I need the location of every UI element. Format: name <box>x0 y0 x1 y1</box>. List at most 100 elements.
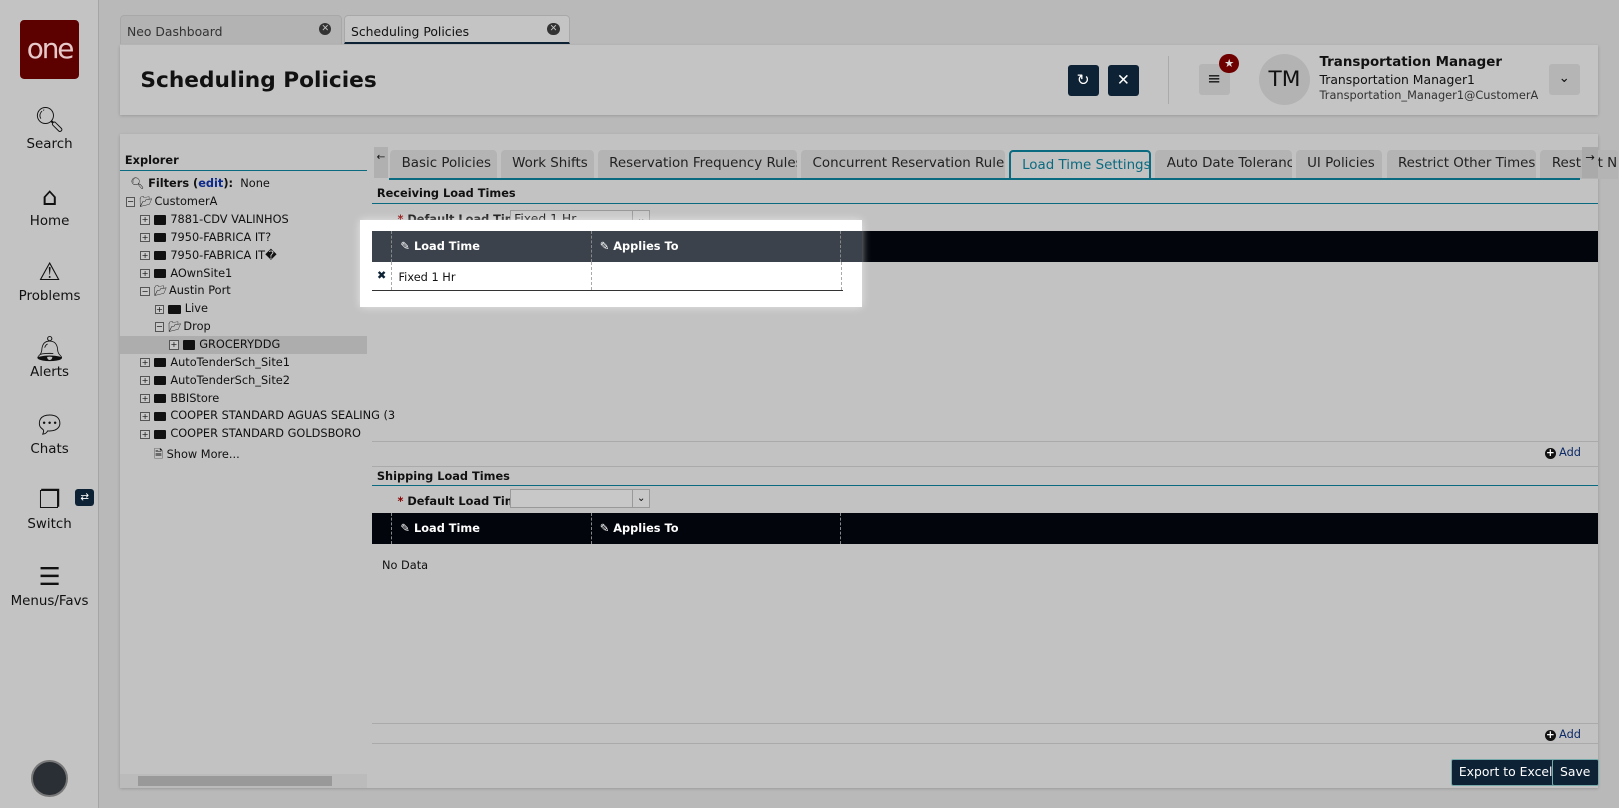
folder-open-icon: 📂︎ <box>139 196 153 209</box>
nav-problems[interactable]: ⚠︎ Problems <box>0 257 99 304</box>
search-icon: 🔍︎ <box>33 105 66 135</box>
column-load-time[interactable]: ✎ Load Time <box>391 231 590 263</box>
tab-load-time-settings[interactable]: Load Time Settings <box>1008 149 1152 180</box>
folder-icon <box>153 233 167 243</box>
tree-node[interactable]: +7881-CDV VALINHOS <box>120 211 289 229</box>
expand-icon[interactable]: + <box>140 394 150 404</box>
filters-edit-link[interactable]: edit <box>198 176 223 190</box>
nav-home[interactable]: ⌂ Home <box>0 182 99 229</box>
receiving-section-title: Receiving Load Times <box>371 185 1599 205</box>
table-row[interactable]: ✖ Fixed 1 Hr <box>371 262 843 292</box>
nav-chats[interactable]: 💬︎ Chats <box>0 410 99 457</box>
tree-node-label: 7950-FABRICA IT� <box>170 247 277 262</box>
tree-node-label: AOwnSite1 <box>170 265 233 280</box>
expand-icon[interactable]: + <box>154 304 165 314</box>
horizontal-scrollbar[interactable] <box>119 774 367 788</box>
tab-auto-date-tolerance[interactable]: Auto Date Tolerance <box>1155 149 1292 179</box>
edit-icon: ✎ <box>599 521 610 536</box>
tab-scroll-right[interactable]: → <box>1581 146 1599 178</box>
tree-node[interactable]: + COOPER STANDARD AGUAS SEALING (3 <box>120 407 395 425</box>
menu-icon: ☰ <box>38 561 61 591</box>
column-applies-to[interactable]: ✎ Applies To <box>590 513 842 545</box>
expand-icon[interactable]: + <box>140 412 150 422</box>
tab-basic-policies[interactable]: Basic Policies <box>390 149 497 179</box>
user-menu-button[interactable]: ⌄ <box>1548 64 1580 95</box>
shipping-default-load-time-select[interactable]: ⌄ <box>510 489 651 508</box>
page-title: Scheduling Policies <box>140 68 377 94</box>
nav-search[interactable]: 🔍︎ Search <box>0 105 99 152</box>
expand-icon[interactable]: + <box>140 215 150 225</box>
tree-node[interactable]: + COOPER STANDARD GOLDSBORO <box>120 425 361 443</box>
tab-concurrent-reservation-rules[interactable]: Concurrent Reservation Rules <box>801 149 1005 179</box>
receiving-add-button[interactable]: + Add <box>1544 445 1581 460</box>
expand-icon[interactable]: + <box>140 269 150 279</box>
folder-icon <box>153 393 167 404</box>
nav-alerts[interactable]: 🔔︎ Alerts <box>0 334 99 381</box>
column-load-time[interactable]: ✎ Load Time <box>391 513 590 545</box>
user-avatar[interactable]: TM <box>1258 53 1311 106</box>
tree-node[interactable]: +7950-FABRICA IT? <box>120 229 271 247</box>
tree-node[interactable]: − 📂︎ CustomerA <box>120 193 218 211</box>
collapse-icon[interactable]: − <box>125 197 136 207</box>
tree-node[interactable]: − 📂︎ Austin Port <box>120 282 231 300</box>
close-button[interactable]: ✕ <box>1107 65 1139 96</box>
plus-icon: + <box>1544 728 1556 742</box>
folder-icon <box>153 411 167 422</box>
tree-node[interactable]: + BBIStore <box>120 390 219 408</box>
refresh-icon: ↻ <box>1076 71 1090 90</box>
cell-load-time[interactable]: Fixed 1 Hr <box>391 262 590 291</box>
receiving-grid-header: ✎ Load Time ✎ Applies To <box>371 231 863 263</box>
column-applies-to[interactable]: ✎ Applies To <box>590 231 842 263</box>
tree-node[interactable]: − 📂︎ Drop <box>120 318 211 336</box>
show-more-link[interactable]: 🗎 Show More... <box>154 446 240 464</box>
refresh-button[interactable]: ↻ <box>1067 65 1099 96</box>
nav-menus-favs[interactable]: ☰ Menus/Favs <box>0 561 99 609</box>
no-data-text: No Data <box>382 557 429 572</box>
tab-reservation-frequency-rules[interactable]: Reservation Frequency Rules <box>597 149 798 179</box>
tree-node-label: CustomerA <box>154 194 218 209</box>
tree-node[interactable]: + AutoTenderSch_Site2 <box>120 372 290 390</box>
expand-icon[interactable]: + <box>140 376 150 386</box>
expand-icon[interactable]: + <box>169 340 179 350</box>
tab-ui-policies[interactable]: UI Policies <box>1295 149 1383 179</box>
edit-icon: ✎ <box>400 239 411 254</box>
collapse-icon[interactable]: − <box>154 322 165 332</box>
tree-node-label: GROCERYDDG <box>199 336 281 351</box>
tree-node[interactable]: + GROCERYDDG <box>119 335 367 354</box>
export-to-excel-button[interactable]: Export to Excel <box>1450 758 1561 786</box>
divider <box>1167 55 1169 105</box>
folder-icon <box>153 215 167 225</box>
assistant-avatar[interactable] <box>30 759 69 798</box>
menu-icon: ≡ <box>1207 69 1222 88</box>
window-tab-neo-dashboard[interactable]: Neo Dashboard ✕ <box>119 15 342 45</box>
expand-icon[interactable]: + <box>140 251 150 261</box>
tab-restrict-other-times[interactable]: Restrict Other Times <box>1386 149 1537 179</box>
tree-node[interactable]: + AutoTenderSch_Site1 <box>120 354 290 372</box>
expand-icon[interactable]: + <box>140 358 150 368</box>
tree-node[interactable]: + AOwnSite1 <box>120 265 233 283</box>
folder-icon <box>168 304 181 314</box>
user-name: Transportation Manager <box>1319 54 1502 70</box>
collapse-icon[interactable]: − <box>140 287 150 297</box>
tree-node-label: COOPER STANDARD GOLDSBORO <box>170 426 361 441</box>
save-button[interactable]: Save <box>1551 758 1599 786</box>
page-header: Scheduling Policies ↻ ✕ ≡ ★ TM Transport… <box>119 45 1599 115</box>
close-tab-icon[interactable]: ✕ <box>319 22 332 36</box>
shipping-add-button[interactable]: + Add <box>1544 727 1581 742</box>
user-email: Transportation_Manager1@CustomerA <box>1319 87 1539 102</box>
app-logo[interactable]: one <box>19 19 80 80</box>
tab-work-shifts[interactable]: Work Shifts <box>500 149 594 179</box>
close-tab-icon[interactable]: ✕ <box>547 22 560 36</box>
tab-restrict-n[interactable]: Restrict N <box>1540 149 1618 179</box>
tree-node[interactable]: + Live <box>120 300 208 318</box>
expand-icon[interactable]: + <box>140 233 150 243</box>
cell-applies-to[interactable] <box>590 262 843 291</box>
expand-icon[interactable]: + <box>140 430 150 439</box>
delete-row-icon[interactable]: ✖ <box>377 268 387 282</box>
folder-icon <box>153 376 167 386</box>
window-tab-scheduling-policies[interactable]: Scheduling Policies ✕ <box>343 15 570 45</box>
tree-node[interactable]: +7950-FABRICA IT� <box>120 247 277 265</box>
folder-open-icon: 📂︎ <box>153 285 167 298</box>
tab-scroll-left[interactable]: ← <box>373 146 389 178</box>
star-badge-icon: ★ <box>1219 53 1239 74</box>
